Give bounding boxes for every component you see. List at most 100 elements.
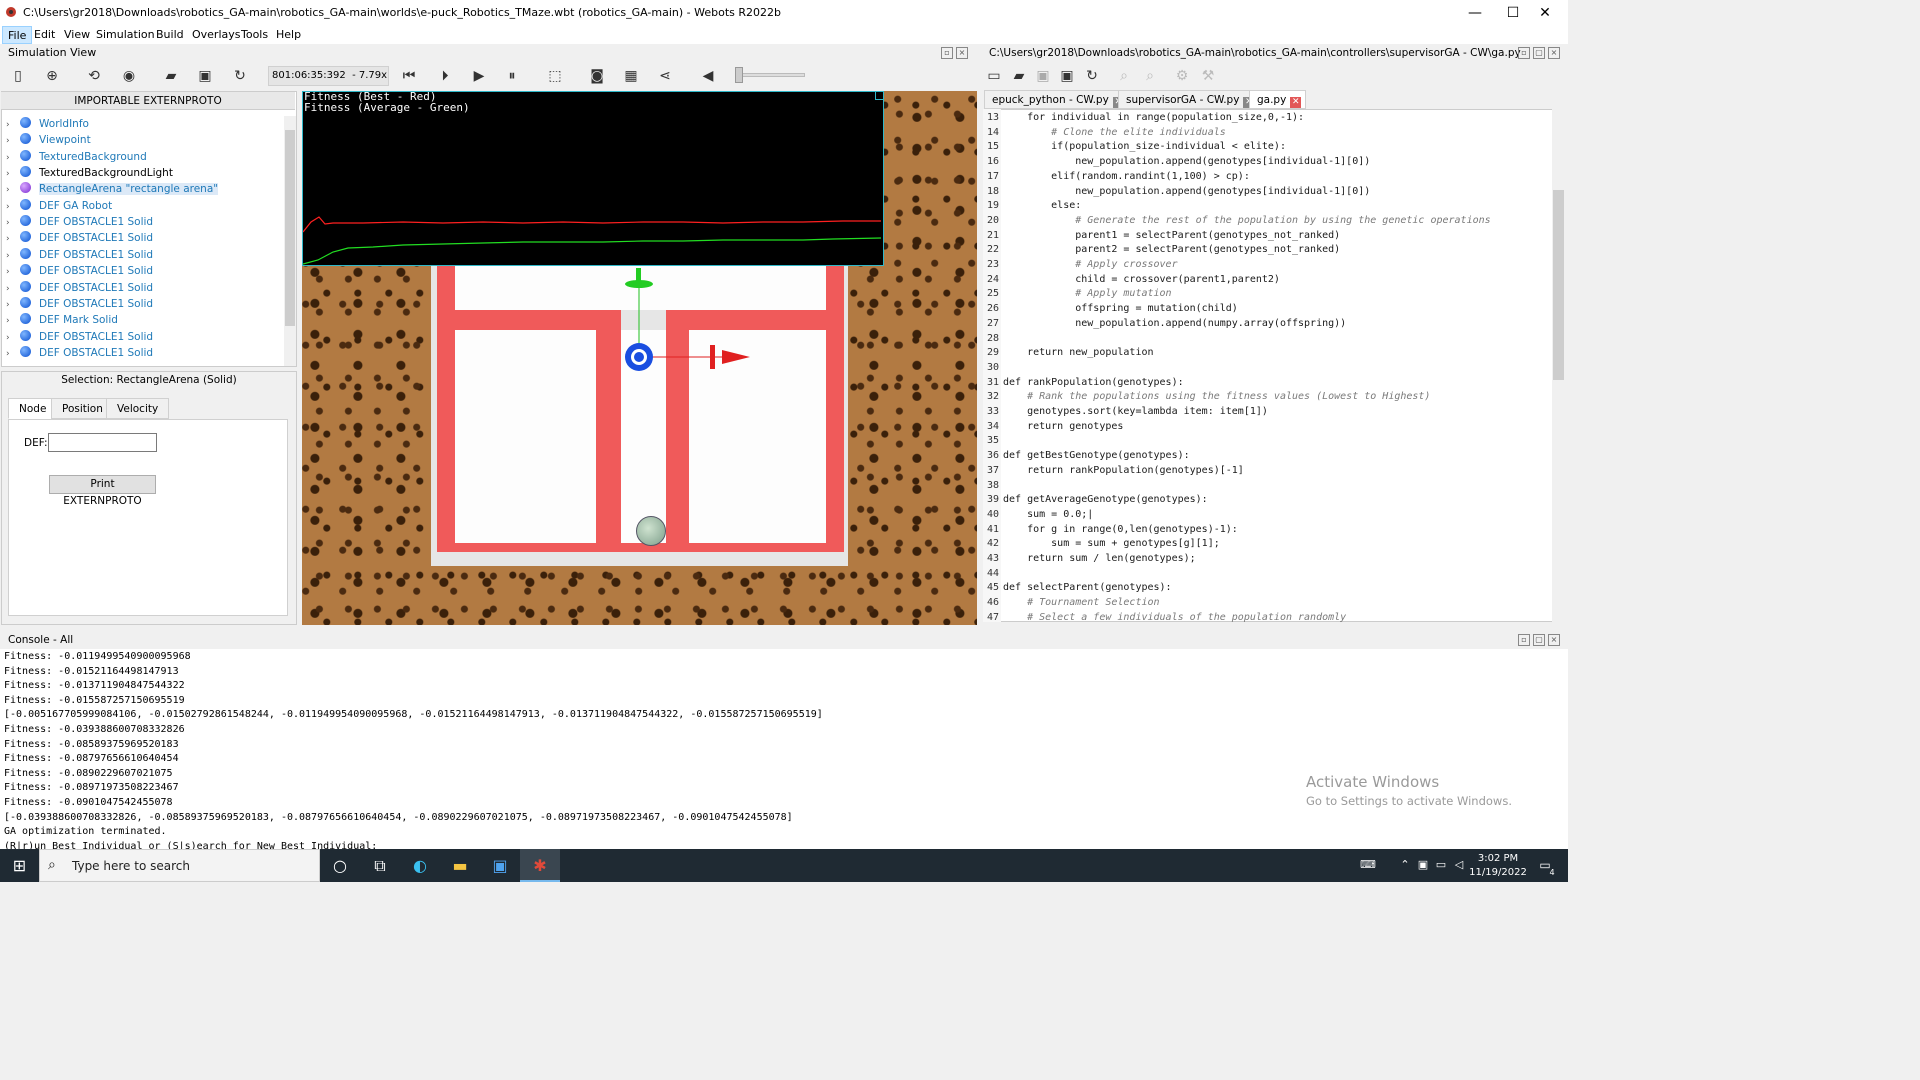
print-externproto-button[interactable]: Print EXTERNPROTO — [49, 475, 156, 507]
expand-chevron-icon[interactable]: › — [6, 281, 20, 297]
cortana-icon[interactable]: ○ — [320, 849, 360, 882]
overlay-close-icon[interactable] — [875, 91, 884, 100]
windows-start-icon[interactable]: ⊞ — [0, 849, 39, 882]
network-icon[interactable]: ▭ — [1434, 858, 1448, 872]
screenshot-camera-icon[interactable]: ◙ — [585, 64, 609, 88]
replace-icon[interactable]: ⌕ — [1138, 64, 1162, 88]
tab-velocity[interactable]: Velocity — [106, 398, 170, 419]
tab-ga-py[interactable]: ga.py ✕ — [1249, 90, 1307, 109]
run-icon[interactable]: ▶ — [467, 64, 491, 88]
tray-app-icon[interactable]: ▣ — [1416, 858, 1430, 872]
scene-tree-scroll-thumb[interactable] — [285, 130, 295, 326]
add-node-icon[interactable]: ⊕ — [40, 64, 64, 88]
webots-taskbar-icon[interactable]: ✱ — [520, 849, 560, 882]
save-all-icon[interactable]: ▣ — [1055, 64, 1079, 88]
revert-file-icon[interactable]: ↻ — [1080, 64, 1104, 88]
scene-tree-item[interactable]: › DEF OBSTACLE1 Solid — [6, 230, 153, 246]
reload-world-icon[interactable]: ↻ — [228, 64, 252, 88]
close-button[interactable]: ✕ — [1522, 0, 1568, 26]
editor-maximize-icon[interactable]: ▢ — [1533, 47, 1545, 59]
expand-chevron-icon[interactable]: › — [6, 313, 20, 329]
tab-node[interactable]: Node — [8, 398, 58, 419]
translation-handles[interactable] — [600, 262, 760, 382]
volume-icon[interactable]: ◁ — [1452, 858, 1466, 872]
scene-tree-item[interactable]: › DEF OBSTACLE1 Solid — [6, 247, 153, 263]
scene-tree-item[interactable]: › WorldInfo — [6, 116, 89, 132]
keyboard-icon[interactable]: ⌨ — [1358, 858, 1378, 872]
save-world-icon[interactable]: ▣ — [193, 64, 217, 88]
scene-tree-item[interactable]: › DEF OBSTACLE1 Solid — [6, 329, 153, 345]
volume-slider-handle[interactable] — [735, 67, 743, 83]
editor-close-panel-icon[interactable]: × — [1548, 47, 1560, 59]
menu-help[interactable]: Help — [271, 26, 306, 44]
menu-simulation[interactable]: Simulation — [91, 26, 160, 44]
scene-tree-item[interactable]: › Viewpoint — [6, 132, 91, 148]
scene-tree-item[interactable]: › TexturedBackground — [6, 149, 147, 165]
edge-browser-icon[interactable]: ◐ — [400, 849, 440, 882]
console-float-icon[interactable]: ▫ — [1518, 634, 1530, 646]
clean-icon[interactable]: ⚒ — [1196, 64, 1220, 88]
find-icon[interactable]: ⌕ — [1112, 64, 1136, 88]
menu-build[interactable]: Build — [151, 26, 189, 44]
scene-tree-item[interactable]: › RectangleArena "rectangle arena" — [6, 181, 219, 198]
expand-chevron-icon[interactable]: › — [6, 182, 20, 198]
scene-tree-item[interactable]: › DEF GA Robot — [6, 198, 112, 214]
expand-chevron-icon[interactable]: › — [6, 117, 20, 133]
mute-sound-icon[interactable]: ◀ — [696, 64, 720, 88]
scene-tree-item[interactable]: › TexturedBackgroundLight — [6, 165, 173, 181]
editor-scroll-thumb[interactable] — [1553, 190, 1564, 380]
save-file-icon[interactable]: ▣ — [1031, 64, 1055, 88]
close-tab-icon[interactable]: ✕ — [1290, 97, 1302, 108]
clock[interactable]: 3:02 PM 11/19/2022 — [1468, 852, 1528, 880]
scene-tree-item[interactable]: › DEF OBSTACLE1 Solid — [6, 345, 153, 361]
scene-tree-item[interactable]: › DEF OBSTACLE1 Solid — [6, 263, 153, 279]
store-icon[interactable]: ▣ — [480, 849, 520, 882]
e-puck-robot[interactable] — [636, 516, 666, 546]
expand-chevron-icon[interactable]: › — [6, 199, 20, 215]
record-movie-icon[interactable]: ▦ — [619, 64, 643, 88]
expand-chevron-icon[interactable]: › — [6, 264, 20, 280]
share-icon[interactable]: ⋖ — [653, 64, 677, 88]
expand-chevron-icon[interactable]: › — [6, 166, 20, 182]
expand-chevron-icon[interactable]: › — [6, 215, 20, 231]
open-file-icon[interactable]: ▰ — [1007, 64, 1031, 88]
task-view-icon[interactable]: ⧉ — [360, 849, 400, 882]
expand-chevron-icon[interactable]: › — [6, 330, 20, 346]
volume-slider-track[interactable] — [735, 73, 805, 77]
build-gear-icon[interactable]: ⚙ — [1170, 64, 1194, 88]
expand-chevron-icon[interactable]: › — [6, 248, 20, 264]
editor-float-icon[interactable]: ▫ — [1518, 47, 1530, 59]
step-icon[interactable]: ⏵ — [433, 64, 457, 88]
def-field[interactable] — [48, 433, 157, 452]
new-file-icon[interactable]: ▭ — [982, 64, 1006, 88]
toggle-scene-tree-icon[interactable]: ▯ — [6, 64, 30, 88]
pause-icon[interactable]: ⏸ — [500, 64, 524, 88]
menu-view[interactable]: View — [59, 26, 95, 44]
menu-tools[interactable]: Tools — [236, 26, 273, 44]
importable-externproto-header[interactable]: IMPORTABLE EXTERNPROTO — [1, 92, 295, 110]
open-world-icon[interactable]: ▰ — [159, 64, 183, 88]
menu-edit[interactable]: Edit — [29, 26, 60, 44]
expand-chevron-icon[interactable]: › — [6, 150, 20, 166]
reset-simulation-icon[interactable]: ⏮ — [397, 64, 421, 88]
float-panel-icon[interactable]: ▫ — [941, 47, 953, 59]
console-maximize-icon[interactable]: ▢ — [1533, 634, 1545, 646]
tray-chevron-icon[interactable]: ⌃ — [1398, 858, 1412, 872]
tab-position[interactable]: Position — [51, 398, 114, 419]
scene-tree-item[interactable]: › DEF OBSTACLE1 Solid — [6, 214, 153, 230]
close-panel-icon[interactable]: × — [956, 47, 968, 59]
tab-supervisor-ga[interactable]: supervisorGA - CW.py✕ — [1118, 90, 1260, 109]
view-eye-icon[interactable]: ◉ — [117, 64, 141, 88]
console-close-icon[interactable]: × — [1548, 634, 1560, 646]
rendering-toggle-icon[interactable]: ⬚ — [543, 64, 567, 88]
scene-tree-item[interactable]: › DEF OBSTACLE1 Solid — [6, 296, 153, 312]
expand-chevron-icon[interactable]: › — [6, 133, 20, 149]
expand-chevron-icon[interactable]: › — [6, 297, 20, 313]
file-explorer-icon[interactable]: ▬ — [440, 849, 480, 882]
scene-tree-item[interactable]: › DEF OBSTACLE1 Solid — [6, 280, 153, 296]
follow-object-icon[interactable]: ⟲ — [82, 64, 106, 88]
expand-chevron-icon[interactable]: › — [6, 231, 20, 247]
tab-epuck-python[interactable]: epuck_python - CW.py✕ — [984, 90, 1129, 109]
fitness-overlay[interactable] — [302, 91, 884, 266]
scene-tree-item[interactable]: › DEF Mark Solid — [6, 312, 118, 328]
